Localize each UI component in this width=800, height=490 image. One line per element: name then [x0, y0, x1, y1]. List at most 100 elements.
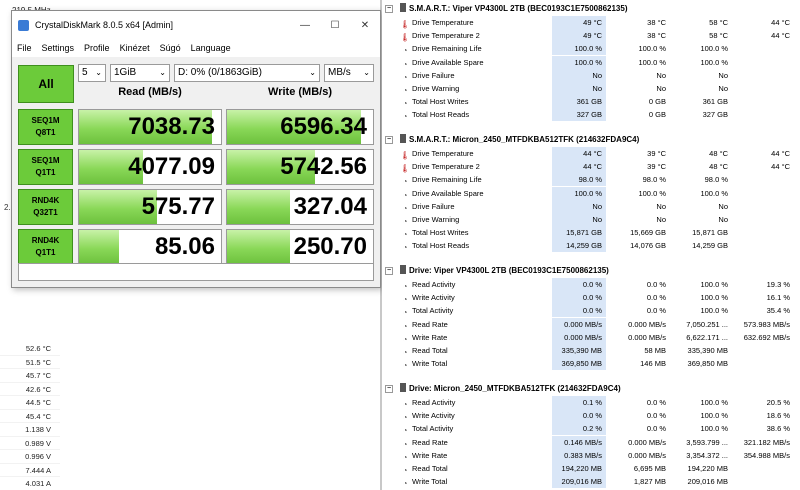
- sensor-row[interactable]: ◔ Read Total 194,220 MB 6,695 MB 194,220 MB: [382, 461, 800, 475]
- max-value: 7,050.251 ...: [686, 319, 728, 329]
- all-button[interactable]: All: [18, 65, 74, 103]
- sensor-row[interactable]: ◔ Total Host Reads 14,259 GB 14,076 GB 14,25…: [382, 239, 800, 253]
- test-button[interactable]: SEQ1M Q8T1: [18, 109, 73, 145]
- menu-file[interactable]: File: [16, 43, 33, 53]
- title-bar[interactable]: CrystalDiskMark 8.0.5 x64 [Admin] — ☐ ✕: [12, 11, 380, 39]
- collapse-icon[interactable]: −: [385, 385, 393, 393]
- test-button[interactable]: RND4K Q32T1: [18, 189, 73, 225]
- sensor-row[interactable]: ◔ Drive Remaining Life 98.0 % 98.0 % 98.0 %: [382, 173, 800, 187]
- chevron-down-icon: ⌄: [95, 68, 102, 77]
- sensor-row[interactable]: ◔ Total Activity 0.2 % 0.0 % 100.0 % 38.6 %: [382, 422, 800, 436]
- side-number: 2.: [4, 203, 11, 212]
- unit-select[interactable]: MB/s ⌄: [324, 64, 374, 82]
- menu-help[interactable]: Súgó: [159, 43, 182, 53]
- test-queue: Q1T1: [35, 248, 56, 257]
- current-value: 100.0 %: [574, 44, 602, 54]
- test-button[interactable]: RND4K Q1T1: [18, 229, 73, 265]
- section-header[interactable]: − S.M.A.R.T.: Viper VP4300L 2TB (BEC0193C…: [382, 2, 800, 16]
- sensor-row[interactable]: ◔ Drive Remaining Life 100.0 % 100.0 % 100.0…: [382, 42, 800, 56]
- sensor-row[interactable]: ◔ Total Host Writes 361 GB 0 GB 361 GB: [382, 95, 800, 109]
- sensor-row[interactable]: ◔ Write Total 369,850 MB 146 MB 369,850 MB: [382, 357, 800, 371]
- sensor-label: Total Host Writes: [412, 97, 469, 107]
- max-value: 48 °C: [709, 149, 728, 158]
- write-header: Write (MB/s): [268, 86, 332, 98]
- min-value: 100.0 %: [638, 57, 666, 67]
- sensor-row[interactable]: ◔ Write Activity 0.0 % 0.0 % 100.0 % 18.6 %: [382, 409, 800, 423]
- comment-input[interactable]: [18, 263, 374, 281]
- menu-profile[interactable]: Profile: [83, 43, 111, 53]
- sensor-label: Read Total: [412, 463, 448, 473]
- sensor-row[interactable]: ◔ Write Rate 0.383 MB/s 0.000 MB/s 3,354.372…: [382, 448, 800, 462]
- sensor-row[interactable]: ◔ Drive Failure No No No: [382, 68, 800, 82]
- sensor-row[interactable]: ◔ Read Total 335,390 MB 58 MB 335,390 MB: [382, 343, 800, 357]
- max-value: 369,850 MB: [687, 359, 728, 369]
- min-value: 0.0 %: [646, 280, 666, 289]
- section-title: S.M.A.R.T.: Micron_2450_MTFDKBA512TFK (2…: [409, 135, 640, 144]
- sensor-row[interactable]: ◔ Total Host Writes 15,871 GB 15,669 GB 15,8…: [382, 226, 800, 240]
- sensor-row[interactable]: ◔ Total Activity 0.0 % 0.0 % 100.0 % 35.4 %: [382, 304, 800, 318]
- maximize-button[interactable]: ☐: [320, 11, 350, 39]
- sensor-label: Drive Failure: [412, 70, 455, 80]
- max-value: 100.0 %: [700, 280, 728, 289]
- sensor-row[interactable]: ◔ Drive Available Spare 100.0 % 100.0 % 100.…: [382, 55, 800, 69]
- sensor-row[interactable]: ◔ Drive Failure No No No: [382, 199, 800, 213]
- size-select[interactable]: 1GiB ⌄: [110, 64, 170, 82]
- current-value: No: [592, 70, 602, 80]
- menu-language[interactable]: Language: [190, 43, 232, 53]
- max-value: 100.0 %: [700, 424, 728, 434]
- max-value: 98.0 %: [704, 175, 728, 185]
- minimize-button[interactable]: —: [290, 11, 320, 39]
- section-header[interactable]: − Drive: Micron_2450_MTFDKBA512TFK (21463…: [382, 382, 800, 396]
- sensor-row[interactable]: 🌡 Drive Temperature 2 49 °C 38 °C 58 °C 44 °C: [382, 29, 800, 43]
- max-value: 194,220 MB: [687, 463, 728, 473]
- sensor-row[interactable]: 🌡 Drive Temperature 49 °C 38 °C 58 °C 44 °C: [382, 16, 800, 29]
- max-value: 15,871 GB: [692, 228, 728, 238]
- sensor-row[interactable]: ◔ Drive Available Spare 100.0 % 100.0 % 100.…: [382, 186, 800, 200]
- drive-select[interactable]: D: 0% (0/1863GiB) ⌄: [174, 64, 320, 82]
- max-value: No: [718, 70, 728, 80]
- current-value: 194,220 MB: [561, 463, 602, 473]
- average-value: 573.983 MB/s: [743, 319, 790, 329]
- max-value: 3,593.799 ...: [686, 437, 728, 447]
- min-value: 39 °C: [647, 149, 666, 158]
- current-value: 0.0 %: [582, 280, 602, 289]
- menu-settings[interactable]: Settings: [41, 43, 76, 53]
- sensor-row[interactable]: ◔ Read Activity 0.1 % 0.0 % 100.0 % 20.5 %: [382, 396, 800, 409]
- max-value: 3,354.372 ...: [686, 450, 728, 460]
- gauge-icon: ◔: [402, 243, 408, 253]
- max-value: 58 °C: [709, 31, 728, 41]
- sensor-row[interactable]: ◔ Read Rate 0.146 MB/s 0.000 MB/s 3,593.799 …: [382, 435, 800, 449]
- read-speed-value: 7038.73: [128, 113, 215, 140]
- sensor-row[interactable]: ◔ Write Activity 0.0 % 0.0 % 100.0 % 16.1 %: [382, 291, 800, 305]
- sensor-row[interactable]: ◔ Total Host Reads 327 GB 0 GB 327 GB: [382, 108, 800, 122]
- current-value: 209,016 MB: [561, 477, 602, 487]
- app-icon: [18, 19, 29, 31]
- collapse-icon[interactable]: −: [385, 267, 393, 275]
- test-button[interactable]: SEQ1M Q1T1: [18, 149, 73, 185]
- sensor-row[interactable]: ◔ Write Total 209,016 MB 1,827 MB 209,016 MB: [382, 475, 800, 489]
- max-value: 6,622.171 ...: [686, 332, 728, 342]
- test-name: SEQ1M: [31, 116, 60, 125]
- sensor-row[interactable]: ◔ Write Rate 0.000 MB/s 0.000 MB/s 6,622.171…: [382, 330, 800, 344]
- sensor-row[interactable]: ◔ Read Rate 0.000 MB/s 0.000 MB/s 7,050.251 …: [382, 317, 800, 331]
- min-value: No: [656, 201, 666, 211]
- sensor-label: Drive Warning: [412, 214, 460, 224]
- menu-theme[interactable]: Kinézet: [119, 43, 151, 53]
- count-select[interactable]: 5 ⌄: [78, 64, 106, 82]
- sensor-row[interactable]: ◔ Read Activity 0.0 % 0.0 % 100.0 % 19.3 %: [382, 278, 800, 291]
- section-header[interactable]: − Drive: Viper VP4300L 2TB (BEC0193C1E750…: [382, 264, 800, 278]
- average-value: 44 °C: [771, 31, 790, 41]
- max-value: 48 °C: [709, 162, 728, 172]
- sensor-row[interactable]: ◔ Drive Warning No No No: [382, 81, 800, 95]
- sensor-row[interactable]: 🌡 Drive Temperature 44 °C 39 °C 48 °C 44 °C: [382, 147, 800, 160]
- close-button[interactable]: ✕: [350, 11, 380, 39]
- collapse-icon[interactable]: −: [385, 136, 393, 144]
- sensor-row[interactable]: 🌡 Drive Temperature 2 44 °C 39 °C 48 °C 44 °C: [382, 160, 800, 174]
- current-value: 361 GB: [576, 97, 602, 107]
- sensor-value: 4.031 A: [0, 477, 60, 490]
- sensor-row[interactable]: ◔ Drive Warning No No No: [382, 212, 800, 226]
- collapse-icon[interactable]: −: [385, 5, 393, 13]
- max-value: 100.0 %: [700, 411, 728, 421]
- section-header[interactable]: − S.M.A.R.T.: Micron_2450_MTFDKBA512TFK (…: [382, 133, 800, 147]
- min-value: 0.0 %: [646, 398, 666, 407]
